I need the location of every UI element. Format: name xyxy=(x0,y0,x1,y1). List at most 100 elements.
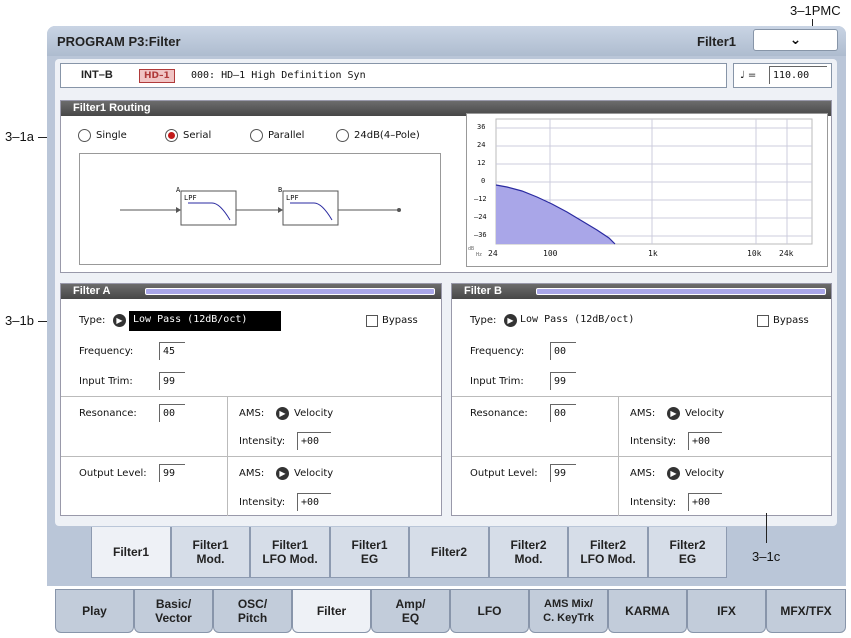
divider xyxy=(227,396,228,516)
filter-a-resonance[interactable]: 00 xyxy=(159,404,185,422)
filter-b-output-intensity[interactable]: +00 xyxy=(688,493,722,511)
subtab-filter2-eg[interactable]: Filter2 EG xyxy=(648,527,727,578)
filter-response-graph: 36 24 12 0 –12 –24 –36 dB Hz 24 100 1k 1… xyxy=(466,113,828,267)
y-tick: 24 xyxy=(477,141,486,149)
tab-karma[interactable]: KARMA xyxy=(608,589,687,633)
ams-select-icon[interactable]: ▶ xyxy=(667,407,680,420)
filter-a-title: Filter A xyxy=(73,285,111,297)
program-bank: INT–B xyxy=(81,69,113,81)
subtab-label: Filter2 xyxy=(430,545,467,559)
filter-a-resonance-ams[interactable]: Velocity xyxy=(294,408,333,419)
radio-24db[interactable]: 24dB(4–Pole) xyxy=(336,129,420,142)
filter-b-resonance-intensity[interactable]: +00 xyxy=(688,432,722,450)
subtab-label: Filter1 xyxy=(112,545,149,559)
subtab-label-2: EG xyxy=(678,552,697,566)
page-menu-button[interactable]: ⌄ xyxy=(753,29,838,51)
subtab-label-2: LFO Mod. xyxy=(262,552,318,566)
tab-lfo[interactable]: LFO xyxy=(450,589,529,633)
callout-line-c xyxy=(766,513,767,543)
program-info-bar[interactable]: INT–B HD–1 000: HD–1 High Definition Syn xyxy=(60,63,727,88)
title-bar: PROGRAM P3:Filter Filter1 xyxy=(47,26,846,56)
filter-a-active-bar xyxy=(145,288,435,295)
tempo-field[interactable]: ♩ = 110.00 xyxy=(733,63,832,88)
radio-label-24db: 24dB(4–Pole) xyxy=(354,130,420,141)
divider xyxy=(61,396,441,397)
resonance-label: Resonance: xyxy=(79,408,137,419)
diagram-type-b: LPF xyxy=(286,194,299,202)
program-badge: HD–1 xyxy=(139,69,175,83)
filter-b-output-ams[interactable]: Velocity xyxy=(685,468,724,479)
filter-a-bypass-checkbox[interactable] xyxy=(366,315,378,327)
y-tick: –12 xyxy=(474,195,487,203)
filter-b-input-trim[interactable]: 99 xyxy=(550,372,576,390)
tab-label: Basic/ xyxy=(155,597,192,611)
tab-label: AMS Mix/ xyxy=(544,598,593,610)
ams-select-icon[interactable]: ▶ xyxy=(667,467,680,480)
subtab-filter1[interactable]: Filter1 xyxy=(91,527,171,578)
subtab-filter2-lfo-mod[interactable]: Filter2 LFO Mod. xyxy=(568,527,648,578)
subtab-label: Filter1 xyxy=(192,538,229,552)
tab-amp-eq[interactable]: Amp/EQ xyxy=(371,589,450,633)
ams-select-icon[interactable]: ▶ xyxy=(276,407,289,420)
divider xyxy=(61,456,441,457)
page-label: Filter1 xyxy=(697,34,737,49)
radio-label-single: Single xyxy=(96,130,127,141)
tab-play[interactable]: Play xyxy=(55,589,134,633)
page-title: PROGRAM P3:Filter xyxy=(57,34,181,49)
filter-a-output-level[interactable]: 99 xyxy=(159,464,185,482)
y-tick: –36 xyxy=(474,231,487,239)
radio-single[interactable]: Single xyxy=(78,129,127,142)
subtab-label: Filter2 xyxy=(669,538,706,552)
tab-label-2: EQ xyxy=(401,611,420,625)
bypass-label: Bypass xyxy=(382,315,418,326)
tab-basic-vector[interactable]: Basic/Vector xyxy=(134,589,213,633)
routing-diagram: A LPF B LPF xyxy=(79,153,441,265)
radio-serial[interactable]: Serial xyxy=(165,129,211,142)
filter-b-resonance-ams[interactable]: Velocity xyxy=(685,408,724,419)
diagram-label-a: A xyxy=(176,186,181,194)
filter-b-bypass-checkbox[interactable] xyxy=(757,315,769,327)
tab-filter[interactable]: Filter xyxy=(292,589,371,633)
ams-label: AMS: xyxy=(239,408,265,419)
filter-b-output-level[interactable]: 99 xyxy=(550,464,576,482)
tab-ifx[interactable]: IFX xyxy=(687,589,766,633)
filter-a-frequency[interactable]: 45 xyxy=(159,342,185,360)
x-tick: 100 xyxy=(543,249,558,258)
filter-a-input-trim[interactable]: 99 xyxy=(159,372,185,390)
x-tick: 24 xyxy=(488,249,498,258)
tempo-symbol: ♩ = xyxy=(740,70,757,81)
subtab-label: Filter2 xyxy=(589,538,626,552)
filter-b-frequency[interactable]: 00 xyxy=(550,342,576,360)
subtab-label-2: LFO Mod. xyxy=(580,552,636,566)
subtab-filter2-mod[interactable]: Filter2 Mod. xyxy=(489,527,568,578)
filter-a-output-intensity[interactable]: +00 xyxy=(297,493,331,511)
tab-ams-mix[interactable]: AMS Mix/C. KeyTrk xyxy=(529,589,608,633)
radio-circle xyxy=(78,129,91,142)
filter-b-panel: Filter B Type: ▶ Low Pass (12dB/oct) Byp… xyxy=(451,283,832,516)
subtab-filter1-mod[interactable]: Filter1 Mod. xyxy=(171,527,250,578)
intensity-label: Intensity: xyxy=(630,436,677,447)
filter-b-type-value[interactable]: Low Pass (12dB/oct) xyxy=(520,314,634,325)
radio-circle-selected xyxy=(165,129,178,142)
filter-a-type-value[interactable]: Low Pass (12dB/oct) xyxy=(129,311,281,331)
divider xyxy=(452,396,831,397)
filter-b-resonance[interactable]: 00 xyxy=(550,404,576,422)
subtab-filter1-lfo-mod[interactable]: Filter1 LFO Mod. xyxy=(250,527,330,578)
tab-label-2: Pitch xyxy=(237,611,268,625)
subtab-filter1-eg[interactable]: Filter1 EG xyxy=(330,527,409,578)
type-select-icon[interactable]: ▶ xyxy=(504,314,517,327)
tab-label: Filter xyxy=(316,604,347,618)
tab-mfx-tfx[interactable]: MFX/TFX xyxy=(766,589,846,633)
subtab-label-2: Mod. xyxy=(514,552,543,566)
radio-parallel[interactable]: Parallel xyxy=(250,129,304,142)
callout-a: 3–1a xyxy=(5,129,34,144)
tab-osc-pitch[interactable]: OSC/Pitch xyxy=(213,589,292,633)
subtab-filter2[interactable]: Filter2 xyxy=(409,527,489,578)
filter-a-resonance-intensity[interactable]: +00 xyxy=(297,432,331,450)
ams-select-icon[interactable]: ▶ xyxy=(276,467,289,480)
y-tick: 12 xyxy=(477,159,486,167)
filter-a-output-ams[interactable]: Velocity xyxy=(294,468,333,479)
type-select-icon[interactable]: ▶ xyxy=(113,314,126,327)
tempo-value[interactable]: 110.00 xyxy=(769,66,827,84)
chevron-down-icon: ⌄ xyxy=(789,32,802,48)
